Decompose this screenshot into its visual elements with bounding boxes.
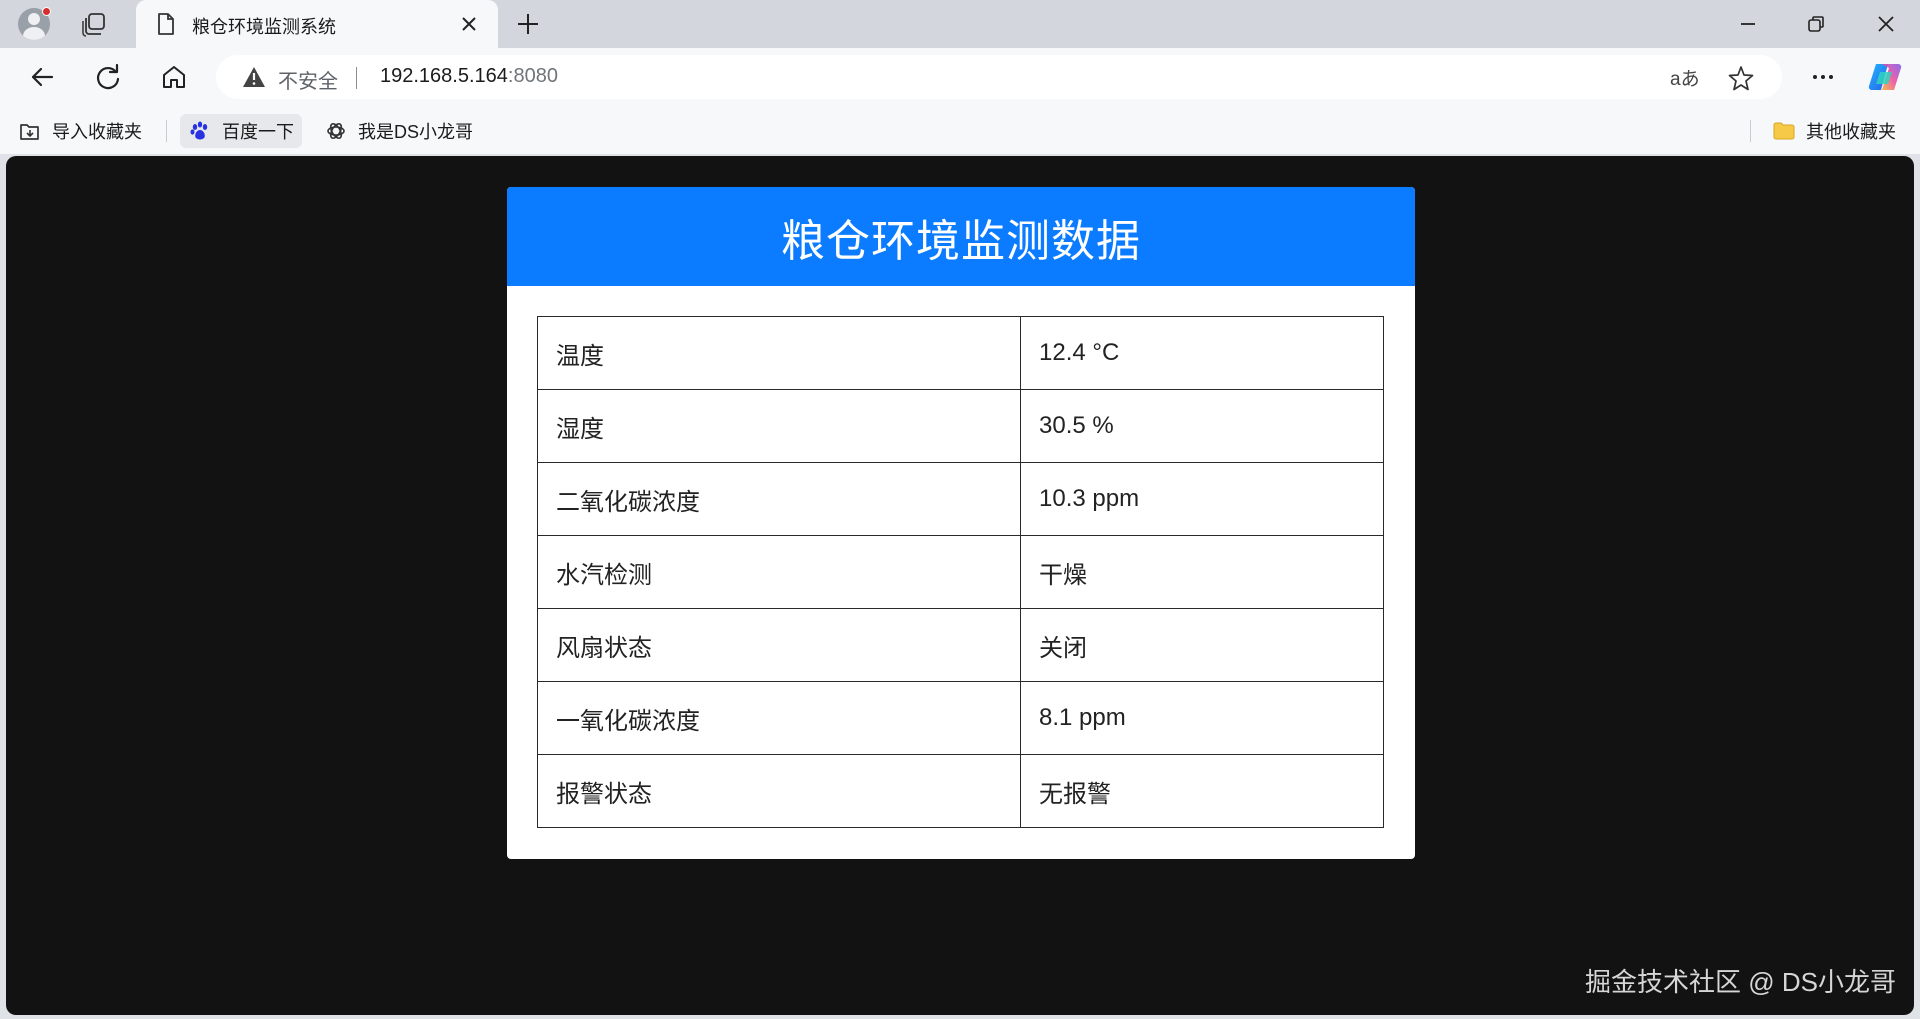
table-row-water-vapor: 水汽检测 干燥 bbox=[537, 535, 1384, 609]
table-row-temperature: 温度 12.4 °C bbox=[537, 316, 1384, 390]
refresh-icon[interactable] bbox=[91, 60, 125, 94]
table-row-co2: 二氧化碳浓度 10.3 ppm bbox=[537, 462, 1384, 536]
row-value: 12.4 °C bbox=[1020, 316, 1384, 390]
row-value: 10.3 ppm bbox=[1020, 462, 1384, 536]
tab-active[interactable]: 粮仓环境监测系统 bbox=[136, 0, 498, 48]
page-viewport: 粮仓环境监测数据 温度 12.4 °C 湿度 30.5 % 二氧化碳浓度 10.… bbox=[6, 156, 1914, 1015]
row-label: 水汽检测 bbox=[537, 535, 1021, 609]
url-host: 192.168.5.164 bbox=[380, 65, 508, 87]
table-row-humidity: 湿度 30.5 % bbox=[537, 389, 1384, 463]
warning-triangle-icon[interactable] bbox=[242, 66, 266, 88]
row-label: 温度 bbox=[537, 316, 1021, 390]
table-row-fan-status: 风扇状态 关闭 bbox=[537, 608, 1384, 682]
bookmark-label: 导入收藏夹 bbox=[52, 122, 142, 142]
tab-title: 粮仓环境监测系统 bbox=[192, 17, 336, 37]
panel-header: 粮仓环境监测数据 bbox=[507, 187, 1415, 286]
more-options-icon[interactable] bbox=[1806, 60, 1840, 94]
browser-toolbar: 不安全 192.168.5.164:8080 aあ bbox=[0, 48, 1920, 106]
bookmark-label: 我是DS小龙哥 bbox=[358, 122, 474, 142]
openai-logo-icon bbox=[327, 122, 345, 140]
close-tab-icon[interactable] bbox=[458, 13, 480, 35]
row-label: 风扇状态 bbox=[537, 608, 1021, 682]
tab-actions-icon[interactable] bbox=[80, 10, 108, 38]
row-label: 一氧化碳浓度 bbox=[537, 681, 1021, 755]
favorite-star-icon[interactable] bbox=[1728, 65, 1754, 91]
table-row-alarm-status: 报警状态 无报警 bbox=[537, 754, 1384, 828]
close-window-icon[interactable] bbox=[1872, 10, 1900, 38]
watermark: 掘金技术社区 @ DS小龙哥 bbox=[1585, 967, 1896, 997]
bookmark-other-favorites[interactable]: 其他收藏夹 bbox=[1764, 114, 1904, 148]
row-value: 无报警 bbox=[1020, 754, 1384, 828]
table-row-co: 一氧化碳浓度 8.1 ppm bbox=[537, 681, 1384, 755]
import-favorites-icon bbox=[20, 124, 39, 140]
row-value: 30.5 % bbox=[1020, 389, 1384, 463]
minimize-icon[interactable] bbox=[1734, 10, 1762, 38]
bookmark-divider bbox=[166, 120, 167, 142]
address-divider bbox=[356, 67, 357, 89]
bookmark-ds-xiaolongge[interactable]: 我是DS小龙哥 bbox=[316, 114, 481, 148]
address-bar[interactable]: 不安全 192.168.5.164:8080 aあ bbox=[216, 55, 1782, 99]
bookmark-import-favorites[interactable]: 导入收藏夹 bbox=[10, 114, 150, 148]
bookmark-baidu[interactable]: 百度一下 bbox=[180, 114, 302, 148]
bookmark-divider bbox=[1750, 120, 1751, 142]
browser-titlebar: 粮仓环境监测系统 bbox=[0, 0, 1920, 48]
row-label: 湿度 bbox=[537, 389, 1021, 463]
security-status-label[interactable]: 不安全 bbox=[278, 65, 338, 94]
bookmark-label: 百度一下 bbox=[222, 122, 294, 142]
row-value: 8.1 ppm bbox=[1020, 681, 1384, 755]
bookmarks-bar: 导入收藏夹 百度一下 我是DS小龙哥 其他收藏夹 bbox=[0, 106, 1920, 154]
monitor-data-table: 温度 12.4 °C 湿度 30.5 % 二氧化碳浓度 10.3 ppm 水汽检… bbox=[537, 316, 1384, 828]
home-icon[interactable] bbox=[157, 60, 191, 94]
page-title: 粮仓环境监测数据 bbox=[781, 216, 1141, 266]
url-port: :8080 bbox=[507, 65, 558, 87]
folder-icon bbox=[1773, 122, 1795, 140]
copilot-icon[interactable] bbox=[1866, 58, 1904, 96]
row-label: 报警状态 bbox=[537, 754, 1021, 828]
page-document-icon bbox=[158, 13, 174, 35]
url-text[interactable]: 192.168.5.164:8080 bbox=[380, 65, 558, 88]
back-arrow-icon[interactable] bbox=[25, 60, 59, 94]
new-tab-icon[interactable] bbox=[514, 10, 542, 38]
bookmark-label: 其他收藏夹 bbox=[1806, 122, 1896, 142]
monitor-panel: 粮仓环境监测数据 温度 12.4 °C 湿度 30.5 % 二氧化碳浓度 10.… bbox=[507, 187, 1415, 859]
translate-icon[interactable]: aあ bbox=[1670, 64, 1700, 90]
row-label: 二氧化碳浓度 bbox=[537, 462, 1021, 536]
restore-icon[interactable] bbox=[1802, 10, 1830, 38]
row-value: 关闭 bbox=[1020, 608, 1384, 682]
notification-dot bbox=[42, 7, 51, 16]
row-value: 干燥 bbox=[1020, 535, 1384, 609]
baidu-paw-icon bbox=[190, 121, 208, 140]
